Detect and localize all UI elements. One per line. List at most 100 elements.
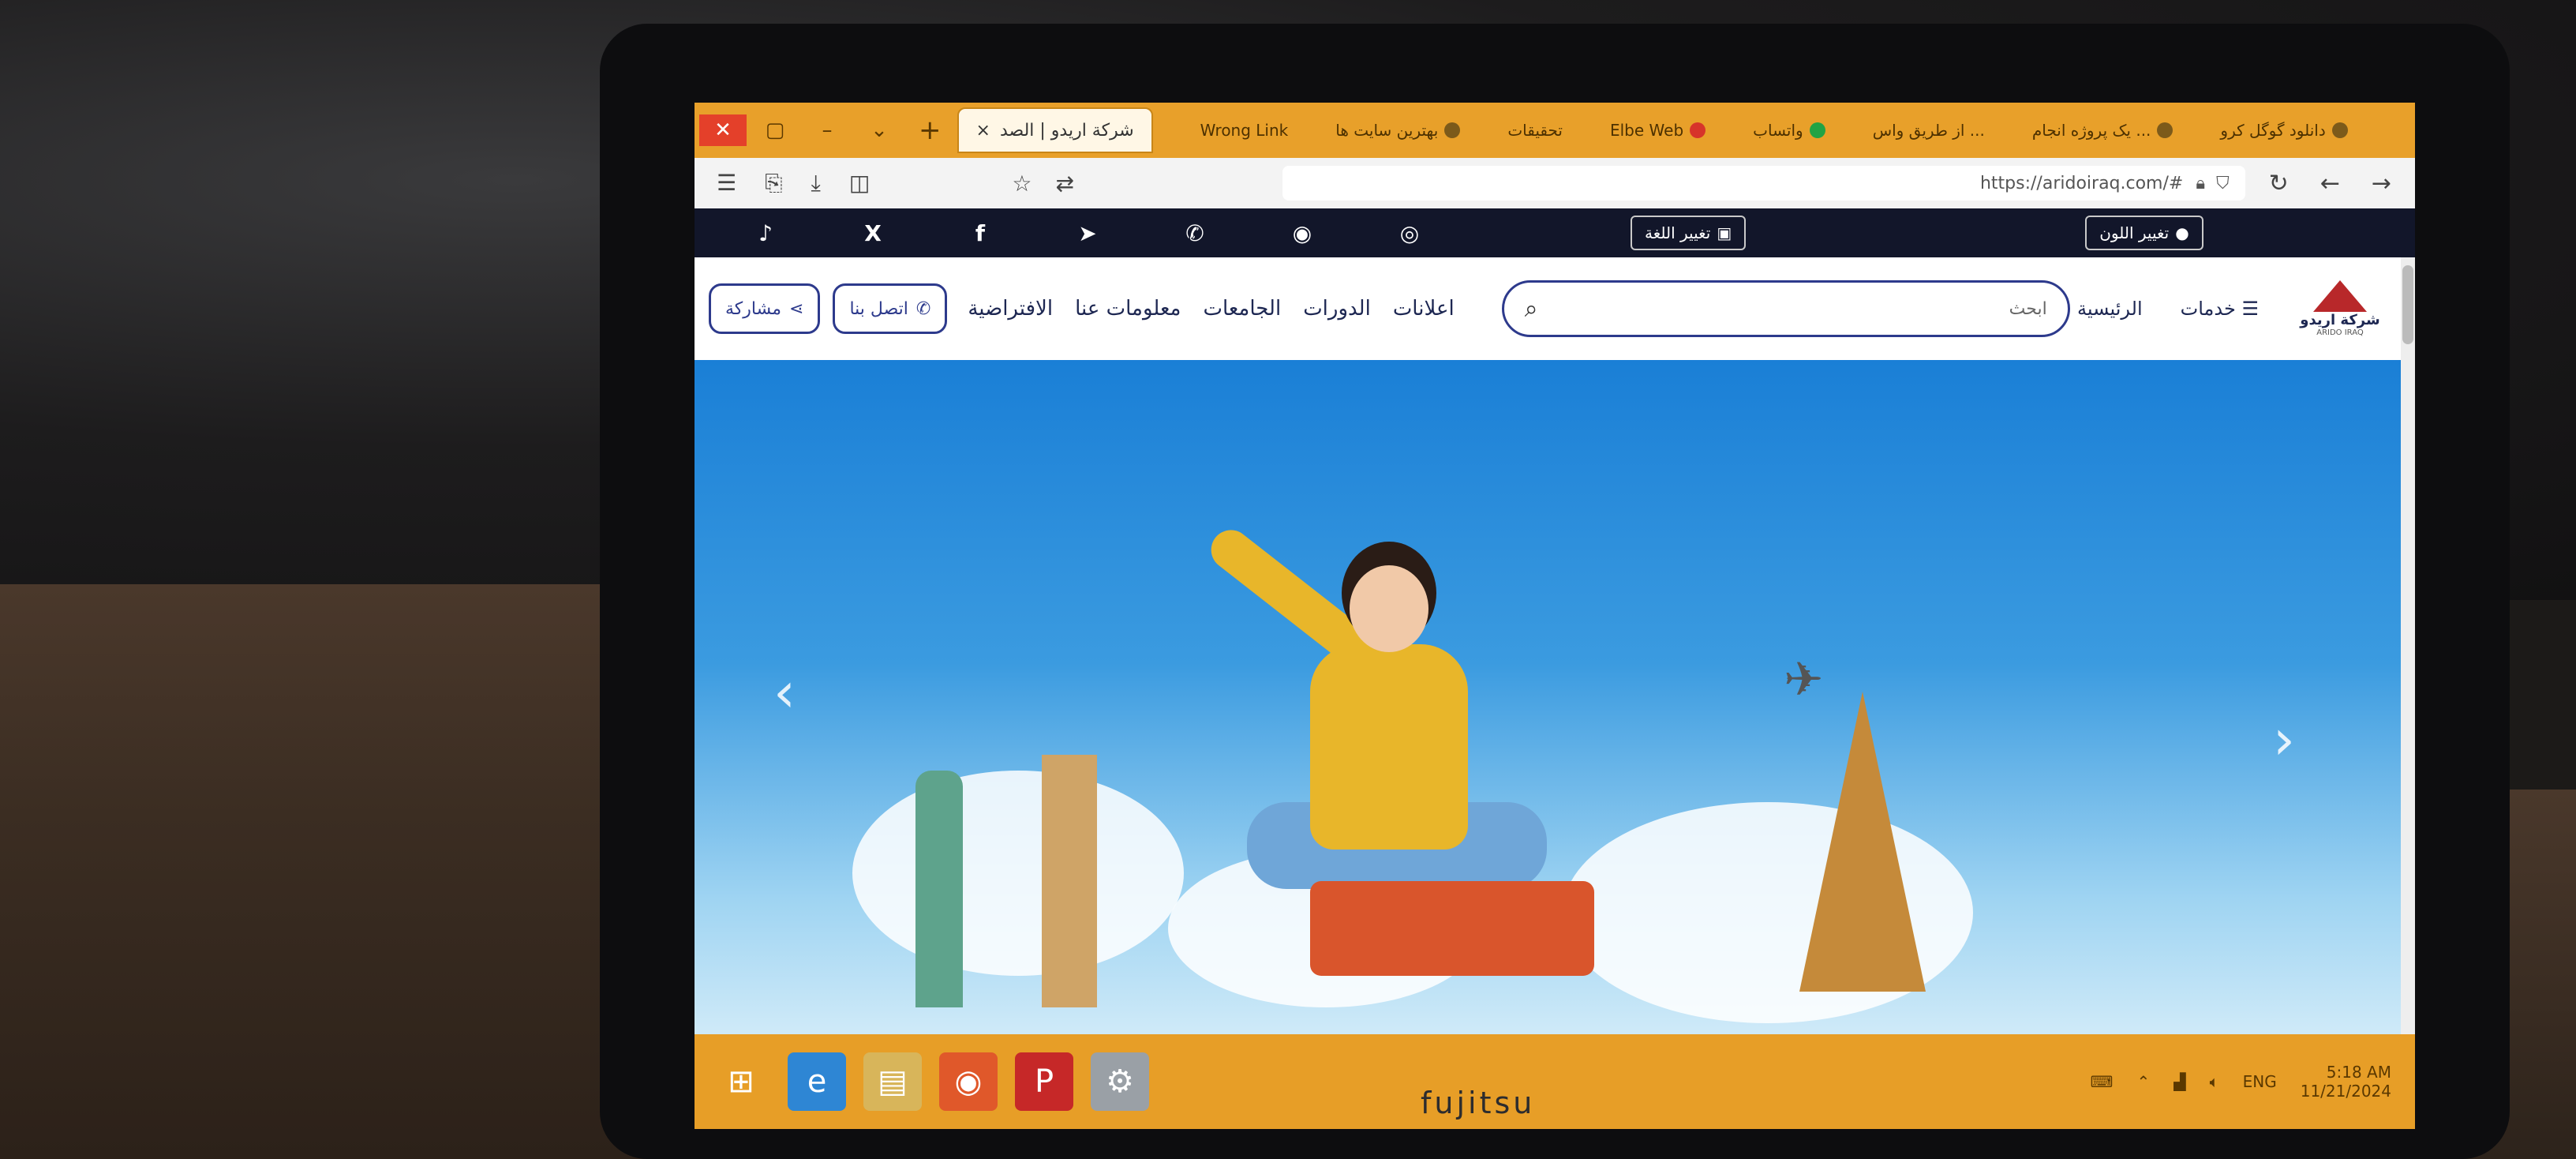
logo-mark — [2313, 280, 2367, 312]
keyboard-icon[interactable]: ⌨ — [2091, 1072, 2114, 1091]
facebook-icon[interactable]: f — [957, 217, 1004, 249]
network-icon[interactable]: ▟ — [2174, 1072, 2185, 1091]
site-logo[interactable]: شركة اريدو ARIDO IRAQ — [2297, 273, 2383, 344]
taskbar: ⊞ e ▤ ◉ P ⚙ ⌨ ⌃ ▟ 🔈︎ ENG 5:18 AM 11/21/2… — [695, 1034, 2415, 1129]
tab-title: شركة اريدو | الصد — [999, 120, 1134, 141]
social-bar: ♪ X f ➤ ✆ ◉ ◎ تغيير اللغة ▣ تغيير اللون … — [695, 208, 2415, 257]
carousel-prev-button[interactable]: ‹ — [773, 660, 796, 725]
bookmark-item[interactable]: از طریق واس ... — [1873, 121, 1985, 140]
tab-close-icon[interactable]: × — [976, 121, 990, 141]
bookmark-item[interactable]: یک پروژه انجام ... — [2032, 121, 2174, 140]
search-placeholder: ابحث — [2009, 298, 2047, 319]
window-controls: ✕ ▢ – ⌄ — [695, 103, 903, 158]
shield-icon[interactable]: ⛉ — [2216, 174, 2230, 193]
search-input[interactable]: ⌕ ابحث — [1501, 280, 2070, 337]
bookmark-label: یک پروژه انجام ... — [2031, 121, 2151, 140]
pocket-icon[interactable]: ◫ — [849, 170, 870, 197]
page-scrollbar[interactable] — [2401, 257, 2415, 1034]
url-field[interactable]: https://aridoiraq.com/# 🔒︎ ⛉ — [1282, 166, 2245, 201]
volume-icon[interactable]: 🔈︎ — [2210, 1072, 2219, 1091]
bookmark-item[interactable]: Elbe Web — [1610, 121, 1706, 140]
translate-icon: ▣ — [1717, 223, 1732, 242]
tab-list-chevron-icon[interactable]: ⌄ — [856, 114, 903, 146]
logo-subtext: ARIDO IRAQ — [2316, 328, 2364, 337]
whatsapp-icon[interactable]: ✆ — [1171, 217, 1219, 249]
bookmark-label: تحقیقات — [1507, 121, 1563, 140]
carousel-next-button[interactable]: › — [2273, 707, 2295, 772]
bookmark-item[interactable]: واتساب — [1753, 121, 1825, 140]
android-icon[interactable]: ◉ — [1279, 217, 1326, 249]
nav-home[interactable]: الرئيسية — [2077, 298, 2143, 320]
suitcase-image — [1310, 881, 1594, 976]
bookmark-label: از طریق واس ... — [1872, 121, 1985, 140]
toolbar-icons: ☰ ⎘ ⤓ ◫ — [717, 170, 870, 197]
share-label: مشاركة — [725, 298, 782, 319]
forward-icon[interactable]: → — [2372, 170, 2391, 197]
bookmark-star-icon[interactable]: ☆ — [1012, 171, 1032, 197]
language-indicator[interactable]: ENG — [2243, 1072, 2277, 1091]
statue-of-liberty-image — [915, 771, 963, 1007]
search-icon[interactable]: ⌕ — [1525, 295, 1538, 323]
translate-icon[interactable]: ⇄ — [1055, 171, 1073, 197]
internet-explorer-icon[interactable]: e — [788, 1052, 846, 1111]
window-maximize-button[interactable]: ▢ — [751, 114, 799, 146]
window-minimize-button[interactable]: – — [803, 114, 851, 146]
reload-icon[interactable]: ↻ — [2269, 170, 2289, 197]
app-p-icon[interactable]: P — [1015, 1052, 1073, 1111]
extensions-icon[interactable]: ⎘ — [765, 170, 782, 197]
phone-icon: ✆ — [915, 298, 931, 319]
menu-item-announcements[interactable]: اعلانات — [1393, 297, 1455, 321]
airplane-icon: ✈ — [1784, 652, 1824, 707]
new-tab-button[interactable]: + — [919, 114, 942, 146]
window-close-button[interactable]: ✕ — [699, 114, 747, 146]
big-ben-image — [1042, 755, 1097, 1007]
firefox-icon[interactable]: ◉ — [939, 1052, 998, 1111]
back-icon[interactable]: ← — [2320, 170, 2340, 197]
share-button[interactable]: مشاركة ⋖ — [709, 283, 821, 334]
bookmark-item[interactable]: Wrong Link — [1200, 121, 1289, 140]
change-color-button[interactable]: تغيير اللون ● — [2085, 216, 2203, 250]
whatsapp-icon — [1809, 122, 1825, 138]
nav-services[interactable]: خدمات ☰ — [2181, 298, 2259, 320]
bookmark-item[interactable]: بهترین سایت ها — [1335, 121, 1461, 140]
pdf-icon — [1690, 122, 1706, 138]
app-icon[interactable]: ⚙ — [1091, 1052, 1149, 1111]
x-icon[interactable]: X — [849, 217, 897, 249]
hamburger-icon: ☰ — [2241, 298, 2259, 320]
page-actions: ☆ ⇄ — [1012, 171, 1074, 197]
scrollbar-thumb[interactable] — [2402, 265, 2413, 344]
menu-icon[interactable]: ☰ — [717, 170, 736, 197]
bookmark-label: Wrong Link — [1200, 121, 1289, 140]
instagram-icon[interactable]: ◎ — [1386, 217, 1433, 249]
site-header: مشاركة ⋖ اتصل بنا ✆ اعلانات الدورات الجا… — [695, 257, 2415, 362]
clock[interactable]: 5:18 AM 11/21/2024 — [2301, 1063, 2391, 1101]
services-label: خدمات — [2180, 298, 2236, 320]
bookmarks-bar: Wrong Link بهترین سایت ها تحقیقات Elbe W… — [1200, 121, 2348, 140]
tab-active[interactable]: × شركة اريدو | الصد — [957, 107, 1153, 153]
header-right-nav: الرئيسية خدمات ☰ شركة اريدو ARIDO IRAQ — [2077, 273, 2383, 344]
menu-item-universities[interactable]: الجامعات — [1203, 297, 1281, 321]
laptop-brand: fujitsu — [1421, 1086, 1536, 1120]
menu-item-about[interactable]: معلومات عنا — [1075, 297, 1181, 321]
bookmark-label: بهترین سایت ها — [1335, 121, 1439, 140]
telegram-icon[interactable]: ➤ — [1064, 217, 1111, 249]
change-language-button[interactable]: تغيير اللغة ▣ — [1631, 216, 1747, 250]
browser-tab-bar: ✕ ▢ – ⌄ + × شركة اريدو | الصد Wrong Link… — [695, 103, 2415, 158]
system-tray: ⌨ ⌃ ▟ 🔈︎ ENG 5:18 AM 11/21/2024 — [2091, 1063, 2391, 1101]
tiktok-icon[interactable]: ♪ — [742, 217, 789, 249]
bookmark-item[interactable]: تحقیقات — [1507, 121, 1563, 140]
download-icon[interactable]: ⤓ — [811, 170, 821, 197]
globe-icon — [1444, 122, 1461, 138]
change-color-label: تغيير اللون — [2099, 223, 2170, 242]
hero-person-body — [1310, 644, 1468, 850]
contact-button[interactable]: اتصل بنا ✆ — [833, 283, 948, 334]
file-explorer-icon[interactable]: ▤ — [863, 1052, 922, 1111]
bookmark-label: واتساب — [1753, 121, 1803, 140]
url-text: https://aridoiraq.com/# — [1979, 173, 2184, 193]
tray-chevron-icon[interactable]: ⌃ — [2136, 1072, 2150, 1091]
menu-item-courses[interactable]: الدورات — [1303, 297, 1371, 321]
start-windows-icon[interactable]: ⊞ — [712, 1052, 770, 1111]
menu-item-virtual[interactable]: الافتراضية — [968, 297, 1053, 321]
contact-label: اتصل بنا — [849, 298, 908, 319]
bookmark-item[interactable]: دانلود گوگل کرو — [2220, 121, 2348, 140]
